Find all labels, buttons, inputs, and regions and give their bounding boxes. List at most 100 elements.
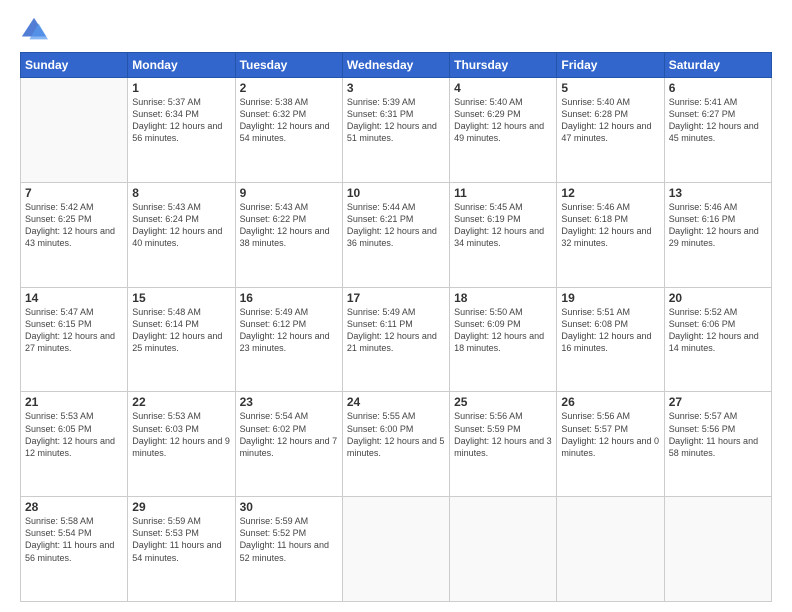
day-number: 20 [669,291,767,305]
day-info: Sunrise: 5:48 AM Sunset: 6:14 PM Dayligh… [132,306,230,355]
day-info: Sunrise: 5:47 AM Sunset: 6:15 PM Dayligh… [25,306,123,355]
day-info: Sunrise: 5:57 AM Sunset: 5:56 PM Dayligh… [669,410,767,459]
calendar-cell: 1Sunrise: 5:37 AM Sunset: 6:34 PM Daylig… [128,78,235,183]
calendar-cell [342,497,449,602]
day-info: Sunrise: 5:38 AM Sunset: 6:32 PM Dayligh… [240,96,338,145]
day-info: Sunrise: 5:39 AM Sunset: 6:31 PM Dayligh… [347,96,445,145]
day-info: Sunrise: 5:45 AM Sunset: 6:19 PM Dayligh… [454,201,552,250]
calendar-cell: 11Sunrise: 5:45 AM Sunset: 6:19 PM Dayli… [450,182,557,287]
day-info: Sunrise: 5:51 AM Sunset: 6:08 PM Dayligh… [561,306,659,355]
day-number: 29 [132,500,230,514]
day-number: 27 [669,395,767,409]
day-number: 25 [454,395,552,409]
day-number: 3 [347,81,445,95]
day-number: 9 [240,186,338,200]
day-number: 4 [454,81,552,95]
day-info: Sunrise: 5:44 AM Sunset: 6:21 PM Dayligh… [347,201,445,250]
page: SundayMondayTuesdayWednesdayThursdayFrid… [0,0,792,612]
day-info: Sunrise: 5:41 AM Sunset: 6:27 PM Dayligh… [669,96,767,145]
calendar-day-header: Sunday [21,53,128,78]
calendar-cell: 25Sunrise: 5:56 AM Sunset: 5:59 PM Dayli… [450,392,557,497]
day-number: 14 [25,291,123,305]
day-number: 1 [132,81,230,95]
calendar-week-row: 1Sunrise: 5:37 AM Sunset: 6:34 PM Daylig… [21,78,772,183]
day-number: 21 [25,395,123,409]
calendar-cell [450,497,557,602]
calendar-cell: 27Sunrise: 5:57 AM Sunset: 5:56 PM Dayli… [664,392,771,497]
calendar-week-row: 7Sunrise: 5:42 AM Sunset: 6:25 PM Daylig… [21,182,772,287]
day-number: 30 [240,500,338,514]
day-info: Sunrise: 5:37 AM Sunset: 6:34 PM Dayligh… [132,96,230,145]
calendar-cell: 29Sunrise: 5:59 AM Sunset: 5:53 PM Dayli… [128,497,235,602]
calendar-cell: 20Sunrise: 5:52 AM Sunset: 6:06 PM Dayli… [664,287,771,392]
calendar-week-row: 14Sunrise: 5:47 AM Sunset: 6:15 PM Dayli… [21,287,772,392]
calendar-cell: 14Sunrise: 5:47 AM Sunset: 6:15 PM Dayli… [21,287,128,392]
calendar-cell: 16Sunrise: 5:49 AM Sunset: 6:12 PM Dayli… [235,287,342,392]
day-number: 13 [669,186,767,200]
day-info: Sunrise: 5:49 AM Sunset: 6:12 PM Dayligh… [240,306,338,355]
day-number: 17 [347,291,445,305]
calendar-cell: 3Sunrise: 5:39 AM Sunset: 6:31 PM Daylig… [342,78,449,183]
day-info: Sunrise: 5:43 AM Sunset: 6:24 PM Dayligh… [132,201,230,250]
logo [20,16,52,44]
header [20,16,772,44]
calendar-cell: 15Sunrise: 5:48 AM Sunset: 6:14 PM Dayli… [128,287,235,392]
day-number: 8 [132,186,230,200]
calendar-cell: 19Sunrise: 5:51 AM Sunset: 6:08 PM Dayli… [557,287,664,392]
calendar-cell: 24Sunrise: 5:55 AM Sunset: 6:00 PM Dayli… [342,392,449,497]
calendar-cell: 28Sunrise: 5:58 AM Sunset: 5:54 PM Dayli… [21,497,128,602]
calendar-cell: 13Sunrise: 5:46 AM Sunset: 6:16 PM Dayli… [664,182,771,287]
calendar-cell: 26Sunrise: 5:56 AM Sunset: 5:57 PM Dayli… [557,392,664,497]
day-info: Sunrise: 5:40 AM Sunset: 6:28 PM Dayligh… [561,96,659,145]
day-number: 16 [240,291,338,305]
calendar-cell: 2Sunrise: 5:38 AM Sunset: 6:32 PM Daylig… [235,78,342,183]
calendar-cell: 7Sunrise: 5:42 AM Sunset: 6:25 PM Daylig… [21,182,128,287]
day-info: Sunrise: 5:59 AM Sunset: 5:53 PM Dayligh… [132,515,230,564]
calendar-day-header: Saturday [664,53,771,78]
calendar-cell: 22Sunrise: 5:53 AM Sunset: 6:03 PM Dayli… [128,392,235,497]
day-number: 12 [561,186,659,200]
day-number: 2 [240,81,338,95]
day-info: Sunrise: 5:42 AM Sunset: 6:25 PM Dayligh… [25,201,123,250]
day-number: 15 [132,291,230,305]
calendar-cell: 6Sunrise: 5:41 AM Sunset: 6:27 PM Daylig… [664,78,771,183]
calendar-cell: 12Sunrise: 5:46 AM Sunset: 6:18 PM Dayli… [557,182,664,287]
calendar-header-row: SundayMondayTuesdayWednesdayThursdayFrid… [21,53,772,78]
calendar-cell: 23Sunrise: 5:54 AM Sunset: 6:02 PM Dayli… [235,392,342,497]
day-info: Sunrise: 5:40 AM Sunset: 6:29 PM Dayligh… [454,96,552,145]
calendar-day-header: Tuesday [235,53,342,78]
calendar-cell: 17Sunrise: 5:49 AM Sunset: 6:11 PM Dayli… [342,287,449,392]
day-number: 19 [561,291,659,305]
day-info: Sunrise: 5:46 AM Sunset: 6:16 PM Dayligh… [669,201,767,250]
day-info: Sunrise: 5:56 AM Sunset: 5:59 PM Dayligh… [454,410,552,459]
day-number: 11 [454,186,552,200]
day-number: 24 [347,395,445,409]
calendar-cell [664,497,771,602]
day-number: 22 [132,395,230,409]
calendar-day-header: Thursday [450,53,557,78]
day-info: Sunrise: 5:53 AM Sunset: 6:05 PM Dayligh… [25,410,123,459]
day-info: Sunrise: 5:58 AM Sunset: 5:54 PM Dayligh… [25,515,123,564]
calendar-cell: 5Sunrise: 5:40 AM Sunset: 6:28 PM Daylig… [557,78,664,183]
day-info: Sunrise: 5:59 AM Sunset: 5:52 PM Dayligh… [240,515,338,564]
calendar-week-row: 28Sunrise: 5:58 AM Sunset: 5:54 PM Dayli… [21,497,772,602]
day-info: Sunrise: 5:56 AM Sunset: 5:57 PM Dayligh… [561,410,659,459]
day-number: 18 [454,291,552,305]
day-info: Sunrise: 5:53 AM Sunset: 6:03 PM Dayligh… [132,410,230,459]
day-info: Sunrise: 5:49 AM Sunset: 6:11 PM Dayligh… [347,306,445,355]
day-info: Sunrise: 5:43 AM Sunset: 6:22 PM Dayligh… [240,201,338,250]
calendar-cell: 30Sunrise: 5:59 AM Sunset: 5:52 PM Dayli… [235,497,342,602]
day-number: 26 [561,395,659,409]
calendar-cell: 9Sunrise: 5:43 AM Sunset: 6:22 PM Daylig… [235,182,342,287]
day-number: 28 [25,500,123,514]
calendar-week-row: 21Sunrise: 5:53 AM Sunset: 6:05 PM Dayli… [21,392,772,497]
calendar-cell [557,497,664,602]
day-number: 23 [240,395,338,409]
calendar-cell: 18Sunrise: 5:50 AM Sunset: 6:09 PM Dayli… [450,287,557,392]
day-number: 5 [561,81,659,95]
calendar-day-header: Monday [128,53,235,78]
calendar-cell: 8Sunrise: 5:43 AM Sunset: 6:24 PM Daylig… [128,182,235,287]
calendar-cell: 10Sunrise: 5:44 AM Sunset: 6:21 PM Dayli… [342,182,449,287]
day-number: 10 [347,186,445,200]
day-info: Sunrise: 5:55 AM Sunset: 6:00 PM Dayligh… [347,410,445,459]
